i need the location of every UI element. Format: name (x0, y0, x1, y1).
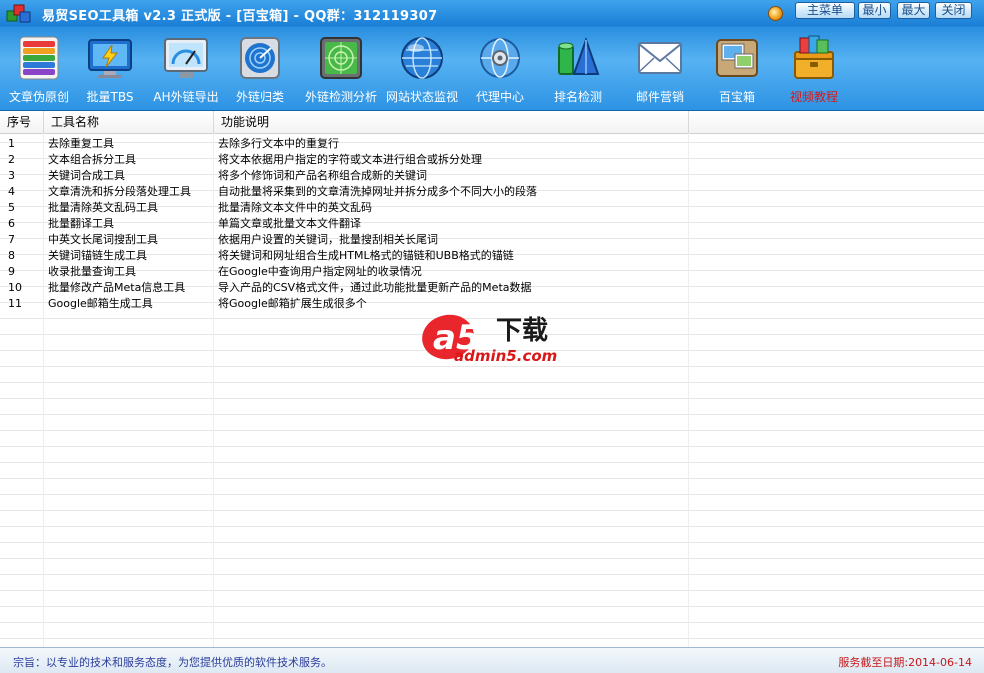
row-number: 10 (8, 281, 22, 294)
status-expiry-date: 服务截至日期:2014-06-14 (838, 656, 972, 669)
row-description: 将多个修饰词和产品名称组合成新的关键词 (218, 169, 427, 182)
radar-screen-icon (320, 37, 362, 79)
table-row[interactable]: 1 去除重复工具 去除多行文本中的重复行 (0, 136, 984, 152)
status-bar: 宗旨：以专业的技术和服务态度，为您提供优质的软件技术服务。 服务截至日期:201… (0, 647, 984, 673)
toolbar-item-video-tutorial[interactable]: 视频教程 (780, 27, 848, 110)
toolbar-label: 代理中心 (475, 90, 524, 104)
monitor-bolt-icon (88, 39, 132, 78)
row-tool-name: 中英文长尾词搜刮工具 (48, 233, 158, 246)
row-tool-name: 收录批量查询工具 (48, 265, 136, 278)
row-number: 5 (8, 201, 15, 214)
title-bar[interactable]: 易贸SEO工具箱 v2.3 正式版 - [百宝箱] - QQ群：31211930… (0, 0, 984, 27)
row-number: 8 (8, 249, 15, 262)
row-number: 2 (8, 153, 15, 166)
row-description: 去除多行文本中的重复行 (218, 137, 339, 150)
toolbar-label: 网站状态监视 (385, 90, 458, 104)
row-description: 导入产品的CSV格式文件，通过此功能批量更新产品的Meta数据 (218, 281, 532, 294)
column-header-tool-name[interactable]: 工具名称 (44, 111, 214, 133)
row-tool-name: 文本组合拆分工具 (48, 153, 136, 166)
watermark-site: admin5.com (454, 347, 557, 365)
row-tool-name: 去除重复工具 (48, 137, 114, 150)
row-number: 1 (8, 137, 15, 150)
toolbar-label: 视频教程 (789, 90, 838, 104)
status-motto: 宗旨：以专业的技术和服务态度，为您提供优质的软件技术服务。 (13, 656, 332, 669)
column-header-number[interactable]: 序号 (0, 111, 44, 133)
globe-gear-icon (480, 38, 520, 78)
column-header-description[interactable]: 功能说明 (214, 111, 689, 133)
toolbar-item-toolbox[interactable]: 百宝箱 (706, 27, 768, 110)
top-panel: 易贸SEO工具箱 v2.3 正式版 - [百宝箱] - QQ群：31211930… (0, 0, 984, 111)
toolbar-item-proxy-center[interactable]: 代理中心 (470, 27, 530, 110)
app-logo-icon (6, 4, 31, 23)
row-tool-name: 批量翻译工具 (48, 217, 114, 230)
table-row[interactable]: 8 关键词锚链生成工具 将关键词和网址组合生成HTML格式的锚链和UBB格式的锚… (0, 248, 984, 264)
tools-table: 序号 工具名称 功能说明 1 去除重复工具 去除多行文本中的重复行 2 文本组合… (0, 111, 984, 647)
row-tool-name: 关键词合成工具 (48, 169, 125, 182)
toolbar-label: 排名检测 (553, 90, 602, 104)
row-description: 将Google邮箱扩展生成很多个 (218, 297, 367, 310)
toolbar-label: 外链归类 (235, 90, 284, 104)
row-number: 7 (8, 233, 15, 246)
toolbar-item-email-marketing[interactable]: 邮件营销 (626, 27, 694, 110)
toolbar-label: AH外链导出 (153, 90, 219, 104)
table-row[interactable]: 3 关键词合成工具 将多个修饰词和产品名称组合成新的关键词 (0, 168, 984, 184)
row-tool-name: 文章清洗和拆分段落处理工具 (48, 185, 191, 198)
table-header: 序号 工具名称 功能说明 (0, 111, 984, 134)
row-description: 依据用户设置的关键词，批量搜刮相关长尾词 (218, 233, 438, 246)
row-description: 在Google中查询用户指定网址的收录情况 (218, 265, 422, 278)
row-description: 单篇文章或批量文本文件翻译 (218, 217, 361, 230)
globe-icon (401, 37, 443, 79)
table-row[interactable]: 10 批量修改产品Meta信息工具 导入产品的CSV格式文件，通过此功能批量更新… (0, 280, 984, 296)
row-tool-name: 关键词锚链生成工具 (48, 249, 147, 262)
envelope-icon (638, 42, 682, 74)
row-tool-name: 批量修改产品Meta信息工具 (48, 281, 186, 294)
toolbar-label: 批量TBS (86, 90, 134, 104)
row-number: 9 (8, 265, 15, 278)
toolbar-label: 邮件营销 (635, 90, 684, 104)
minimize-button[interactable]: 最小 (858, 2, 891, 19)
window-title: 易贸SEO工具箱 v2.3 正式版 - [百宝箱] - QQ群：31211930… (42, 9, 438, 24)
a5-watermark-logo: a5 下载 admin5.com (422, 314, 557, 365)
toolbar-item-article-rewrite[interactable]: 文章伪原创 (4, 27, 74, 110)
toolbar-item-link-check[interactable]: 外链检测分析 (300, 27, 382, 110)
close-button[interactable]: 关闭 (935, 2, 972, 19)
toolbar-label: 外链检测分析 (304, 90, 377, 104)
table-row[interactable]: 6 批量翻译工具 单篇文章或批量文本文件翻译 (0, 216, 984, 232)
row-description: 自动批量将采集到的文章清洗掉网址并拆分成多个不同大小的段落 (218, 185, 537, 198)
table-row[interactable]: 7 中英文长尾词搜刮工具 依据用户设置的关键词，批量搜刮相关长尾词 (0, 232, 984, 248)
watermark-tagline: 下载 (496, 316, 548, 346)
row-description: 将关键词和网址组合生成HTML格式的锚链和UBB格式的锚链 (218, 249, 514, 262)
toolbar-item-link-classify[interactable]: 外链归类 (228, 27, 292, 110)
toolbar-label: 文章伪原创 (8, 90, 69, 104)
row-number: 4 (8, 185, 15, 198)
toolbar-item-batch-tbs[interactable]: 批量TBS (80, 27, 140, 110)
main-menu-button[interactable]: 主菜单 (795, 2, 855, 19)
row-number: 3 (8, 169, 15, 182)
books-icon (19, 36, 59, 80)
toolbar: 文章伪原创 批量TBS AH外链导出 外链归类 外链检测分析 网站状态监视 代理… (0, 27, 984, 110)
toolbar-item-ah-export[interactable]: AH外链导出 (150, 27, 222, 110)
row-description: 将文本依据用户指定的字符或文本进行组合或拆分处理 (218, 153, 482, 166)
toolbar-item-site-monitor[interactable]: 网站状态监视 (384, 27, 460, 110)
skin-icon[interactable] (768, 6, 783, 21)
gauge-monitor-icon (164, 38, 208, 78)
table-row[interactable]: 2 文本组合拆分工具 将文本依据用户指定的字符或文本进行组合或拆分处理 (0, 152, 984, 168)
row-number: 11 (8, 297, 22, 310)
maximize-button[interactable]: 最大 (897, 2, 930, 19)
shapes-icon (558, 36, 600, 75)
radar-target-icon (240, 37, 280, 79)
table-row[interactable]: 4 文章清洗和拆分段落处理工具 自动批量将采集到的文章清洗掉网址并拆分成多个不同… (0, 184, 984, 200)
toolbar-label: 百宝箱 (718, 90, 755, 104)
toolbox-icon (794, 35, 834, 79)
row-tool-name: 批量清除英文乱码工具 (48, 201, 158, 214)
table-row[interactable]: 9 收录批量查询工具 在Google中查询用户指定网址的收录情况 (0, 264, 984, 280)
table-row[interactable]: 5 批量清除英文乱码工具 批量清除文本文件中的英文乱码 (0, 200, 984, 216)
photo-box-icon (716, 39, 758, 77)
row-number: 6 (8, 217, 15, 230)
toolbar-item-rank-check[interactable]: 排名检测 (546, 27, 610, 110)
row-description: 批量清除文本文件中的英文乱码 (218, 201, 372, 214)
row-tool-name: Google邮箱生成工具 (48, 297, 153, 310)
